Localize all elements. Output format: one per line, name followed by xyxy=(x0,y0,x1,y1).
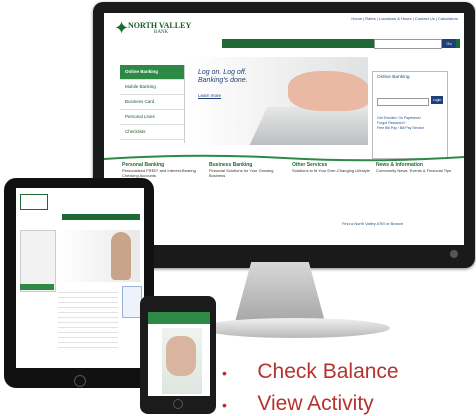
feature-bullet: • xyxy=(222,365,227,381)
feature-label: Check Balance xyxy=(257,360,399,383)
phone-header xyxy=(148,312,210,324)
tablet-login-box xyxy=(122,286,142,318)
login-field[interactable] xyxy=(377,98,429,106)
column-personal-text: Personalized FREE* and Interest-Bearing … xyxy=(122,168,196,178)
sidebar-item-business-card[interactable]: Business Card xyxy=(120,95,184,110)
sidebar-item-checklists[interactable]: Checklists xyxy=(120,125,184,140)
nav-about[interactable]: About North Valley xyxy=(321,48,361,53)
power-button[interactable] xyxy=(450,250,458,258)
online-banking-links: Get Enrolled. Go Paperless! Forgot Passw… xyxy=(377,116,437,131)
tablet-content-text xyxy=(58,288,118,348)
sidebar-item-online-banking[interactable]: Online Banking xyxy=(120,65,184,80)
logo-star-icon: ✦ xyxy=(114,18,130,38)
nav-personal[interactable]: Personal xyxy=(222,48,241,53)
feature-item: • Check Balance xyxy=(222,360,399,384)
tablet-nav xyxy=(62,214,140,220)
sidebar-item-personal-lines[interactable]: Personal Lines xyxy=(120,110,184,125)
site-logo-sub: BANK xyxy=(154,30,169,35)
monitor-stand xyxy=(235,262,325,322)
search-input[interactable] xyxy=(374,39,442,49)
nav-other-services[interactable]: Other Services xyxy=(280,48,312,53)
column-news-text: Community News, Events & Financial Tips xyxy=(376,168,452,173)
tablet-sidebar-active xyxy=(20,284,54,290)
tablet-home-button[interactable] xyxy=(74,375,86,387)
column-news: News & Information Community News, Event… xyxy=(376,163,456,174)
utility-links[interactable]: Home | Rates | Locations & Hours | Conta… xyxy=(351,16,458,21)
site-logo[interactable]: NORTH VALLEY xyxy=(128,21,191,30)
phone-screen xyxy=(148,312,210,396)
tablet-sidebar xyxy=(20,230,56,292)
hand-image xyxy=(288,71,368,111)
phone-person-image xyxy=(166,336,196,376)
sidebar: Online Banking Mobile Banking Business C… xyxy=(120,65,185,143)
column-business: Business Banking Financial Solutions for… xyxy=(209,163,289,179)
column-personal: Personal Banking Personalized FREE* and … xyxy=(122,163,202,179)
login-button[interactable]: Login xyxy=(431,96,443,104)
hero-learn-more-link[interactable]: Learn more xyxy=(198,93,221,98)
nav-business[interactable]: Business xyxy=(250,48,270,53)
hero-banner: Log on. Log off. Banking's done. Learn m… xyxy=(188,57,368,145)
feature-item: • View Activity xyxy=(222,392,374,416)
online-banking-title: Online Banking xyxy=(377,75,410,80)
column-other: Other Services Solutions to fit Your Eve… xyxy=(292,163,372,174)
tablet-screen xyxy=(16,188,144,368)
feature-bullet: • xyxy=(222,397,227,413)
bill-pay-link[interactable]: Free Bill Pay / Bill Pay Service xyxy=(377,126,437,131)
sidebar-item-mobile-banking[interactable]: Mobile Banking xyxy=(120,80,184,95)
hero-title: Log on. Log off. Banking's done. xyxy=(198,69,248,84)
search-go-button[interactable]: Go xyxy=(442,39,456,48)
atm-locator-link[interactable]: Find a North Valley ATM or Branch xyxy=(342,221,403,226)
column-other-text: Solutions to fit Your Ever-Changing Life… xyxy=(292,168,370,173)
tablet-logo xyxy=(20,194,48,210)
monitor-base xyxy=(200,318,390,338)
feature-label: View Activity xyxy=(257,392,374,415)
tablet-hero-person-image xyxy=(111,232,131,280)
desktop-screen: ✦ NORTH VALLEY BANK Home | Rates | Locat… xyxy=(104,13,464,245)
column-business-text: Financial Solutions for Your Growing Bus… xyxy=(209,168,274,178)
phone-home-button[interactable] xyxy=(173,399,183,409)
keyboard-image xyxy=(248,107,368,145)
online-banking-box: Online Banking Login Get Enrolled. Go Pa… xyxy=(372,71,448,159)
